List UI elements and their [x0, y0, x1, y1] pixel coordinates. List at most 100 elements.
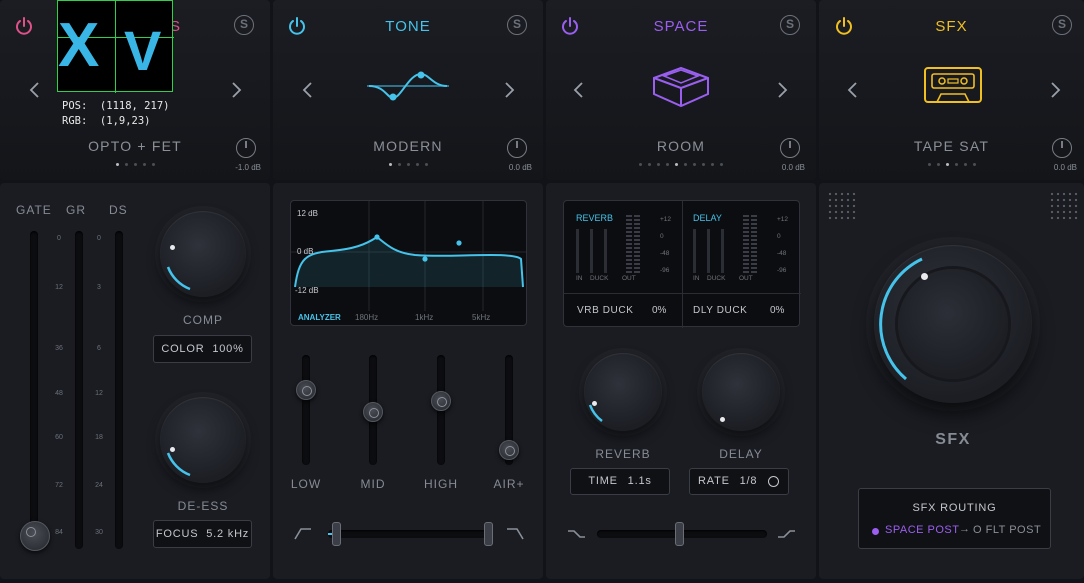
- reverb-time-box[interactable]: TIME 1.1s: [570, 468, 670, 495]
- solo-icon[interactable]: S: [234, 15, 254, 35]
- level-meter: [693, 229, 696, 273]
- magnifier-overlay: X V: [57, 0, 174, 93]
- solo-icon[interactable]: S: [1052, 15, 1072, 35]
- filter-range-track[interactable]: [328, 530, 490, 538]
- meter-scale-label: -48: [660, 250, 670, 257]
- rate-label: RATE: [698, 475, 730, 487]
- freq-label: 1kHz: [415, 313, 434, 322]
- meter-scale-label: -96: [777, 267, 787, 274]
- band-label-high: HIGH: [424, 477, 458, 491]
- eq-display[interactable]: 12 dB 0 dB -12 dB ANALYZER 180Hz 1kHz 5k…: [290, 200, 527, 326]
- chevron-right-icon[interactable]: [229, 80, 243, 100]
- sfx-amount-knob[interactable]: [874, 245, 1032, 403]
- solo-icon[interactable]: S: [780, 15, 800, 35]
- solo-icon[interactable]: S: [507, 15, 527, 35]
- route-option-space-post[interactable]: SPACE POST: [885, 524, 959, 536]
- sync-toggle-icon[interactable]: [768, 476, 779, 487]
- eq-band-thumb[interactable]: [499, 439, 519, 460]
- chevron-left-icon[interactable]: [28, 80, 42, 100]
- vrb-duck-label: VRB DUCK: [577, 305, 634, 316]
- deess-label: DE-ESS: [177, 499, 229, 513]
- sfx-routing-box[interactable]: SFX ROUTING SPACE POST → O FLT POST: [858, 488, 1051, 549]
- low-cut-icon: [568, 530, 585, 538]
- reverb-knob[interactable]: [584, 353, 662, 431]
- band-label-mid: MID: [360, 477, 386, 491]
- chevron-right-icon[interactable]: [502, 80, 516, 100]
- dynamics-panel: GATE GR DS 0 12 36 48 60 72 84 0 3 6 12 …: [0, 183, 270, 579]
- out-meter-segments: [634, 215, 640, 273]
- magnified-glyph-x: X: [58, 11, 100, 80]
- chevron-left-icon[interactable]: [846, 80, 860, 100]
- deess-knob[interactable]: [160, 397, 246, 483]
- gate-tick: 48: [55, 390, 63, 397]
- out-meter-segments: [751, 215, 757, 273]
- output-gain-knob[interactable]: [236, 138, 256, 158]
- time-label: TIME: [588, 475, 618, 487]
- preset-name[interactable]: MODERN: [273, 138, 543, 154]
- gr-meter-label: GR: [66, 203, 86, 217]
- filter-low-handle[interactable]: [332, 522, 341, 546]
- dly-duck-value[interactable]: 0%: [770, 305, 784, 316]
- route-arrow-icon: →: [959, 523, 970, 535]
- level-meter: [721, 229, 724, 273]
- level-meter: [707, 229, 710, 273]
- output-gain-value: -1.0 dB: [235, 163, 261, 172]
- output-gain-knob[interactable]: [507, 138, 527, 158]
- level-meter: [604, 229, 607, 273]
- eq-band-thumb[interactable]: [296, 380, 316, 401]
- delay-knob[interactable]: [702, 353, 780, 431]
- chevron-right-icon[interactable]: [775, 80, 789, 100]
- vrb-duck-value[interactable]: 0%: [652, 305, 666, 316]
- route-option-flt-post[interactable]: O FLT POST: [973, 524, 1041, 536]
- chevron-right-icon[interactable]: [1048, 80, 1062, 100]
- sfx-routing-title: SFX ROUTING: [912, 502, 997, 514]
- module-title: SPACE: [653, 18, 709, 35]
- eq-band-track[interactable]: [302, 355, 310, 465]
- preset-name[interactable]: OPTO + FET: [0, 138, 270, 154]
- module-tone: TONE S MODERN 0.0 dB: [273, 0, 543, 180]
- reverb-knob-label: REVERB: [595, 447, 651, 461]
- color-box[interactable]: COLOR 100%: [153, 335, 252, 363]
- output-gain-knob[interactable]: [1052, 138, 1072, 158]
- meter-scale-label: +12: [660, 216, 672, 223]
- pixel-position-readout: POS: (1118, 217): [62, 100, 170, 112]
- meter-scale-label: -48: [777, 250, 787, 257]
- gate-threshold-track[interactable]: [30, 231, 38, 549]
- power-icon[interactable]: [14, 16, 34, 36]
- eq-db-top: 12 dB: [297, 209, 318, 218]
- freq-label: 5kHz: [472, 313, 491, 322]
- gate-tick: 12: [55, 284, 63, 291]
- output-gain-knob[interactable]: [780, 138, 800, 158]
- eq-band-thumb[interactable]: [431, 391, 451, 411]
- high-cut-icon: [778, 530, 795, 538]
- sfx-knob-label: SFX: [935, 431, 971, 448]
- gr-tick: 3: [97, 284, 101, 291]
- analyzer-toggle[interactable]: ANALYZER: [298, 313, 341, 322]
- delay-rate-box[interactable]: RATE 1/8: [689, 468, 789, 495]
- meter-col-label: OUT: [622, 275, 636, 282]
- space-filter-handle[interactable]: [675, 522, 684, 546]
- comp-knob[interactable]: [160, 211, 246, 297]
- gate-meter-label: GATE: [16, 203, 52, 217]
- filter-high-handle[interactable]: [484, 522, 493, 546]
- color-label: COLOR: [161, 343, 205, 355]
- band-label-low: LOW: [290, 477, 322, 491]
- gate-threshold-thumb[interactable]: [20, 521, 50, 551]
- ds-meter: [115, 231, 123, 549]
- out-meter-segments: [626, 215, 632, 273]
- space-meter-display: REVERB DELAY IN DUCK OUT +12 0 -48 -96 IN DUCK OU…: [563, 200, 801, 328]
- preset-name[interactable]: ROOM: [546, 138, 816, 154]
- eq-band-thumb[interactable]: [363, 401, 383, 422]
- band-label-air: AIR+: [493, 477, 525, 491]
- freq-label: 180Hz: [355, 313, 379, 322]
- ds-meter-label: DS: [109, 203, 128, 217]
- meter-scale-label: +12: [777, 216, 789, 223]
- meter-col-label: OUT: [739, 275, 753, 282]
- preset-name[interactable]: TAPE SAT: [819, 138, 1084, 154]
- eq-panel: 12 dB 0 dB -12 dB ANALYZER 180Hz 1kHz 5k…: [273, 183, 543, 579]
- level-meter: [590, 229, 593, 273]
- chevron-left-icon[interactable]: [301, 80, 315, 100]
- focus-box[interactable]: FOCUS 5.2 kHz: [153, 520, 252, 548]
- route-active-dot: [872, 528, 879, 535]
- chevron-left-icon[interactable]: [572, 80, 586, 100]
